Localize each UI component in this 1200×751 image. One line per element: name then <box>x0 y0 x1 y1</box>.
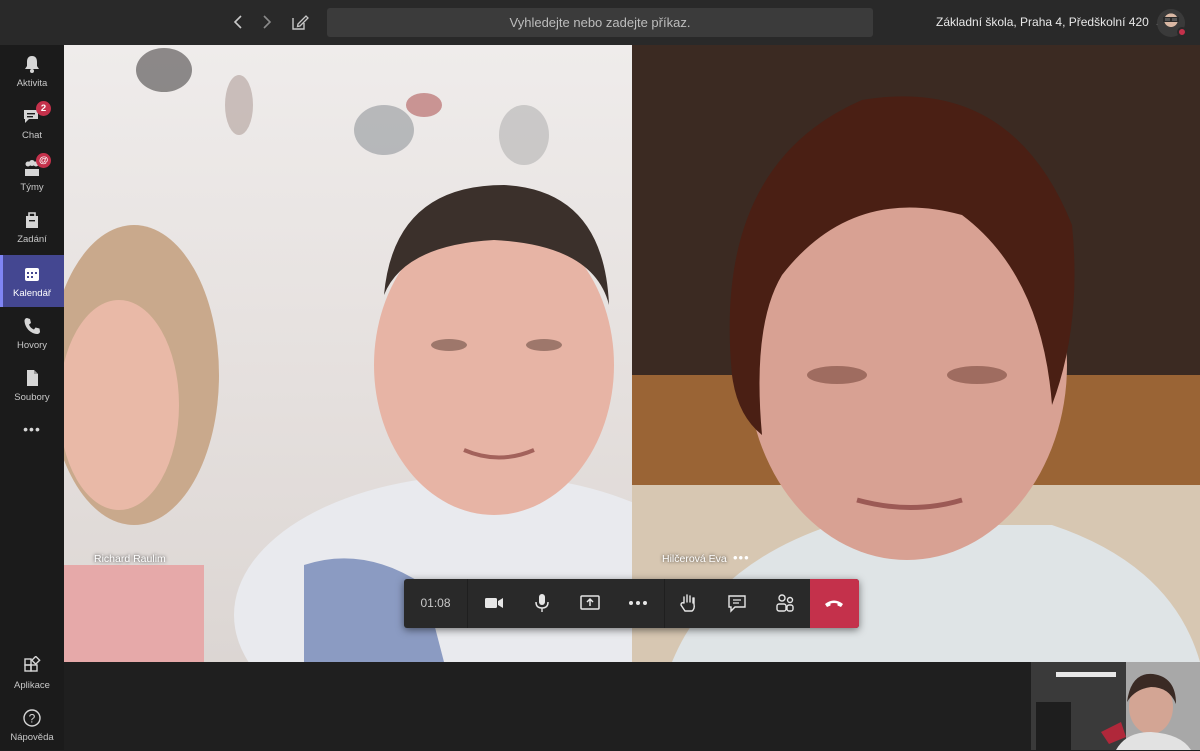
calendar-icon <box>25 268 39 281</box>
rail-item-chat[interactable]: 2 Chat <box>0 97 64 149</box>
rail-item-label: Nápověda <box>10 732 54 743</box>
share-screen-button[interactable] <box>566 579 614 628</box>
rail-item-label: Aktivita <box>16 78 48 89</box>
chat-unread-badge: 2 <box>36 101 51 116</box>
bottom-strip <box>64 662 1200 750</box>
participant-video-feed <box>632 45 1200 662</box>
help-icon: ? <box>23 709 41 727</box>
participant-more-options-icon[interactable]: ••• <box>733 550 750 565</box>
participants-icon <box>776 594 794 612</box>
files-icon <box>27 370 38 386</box>
rail-item-calendar[interactable]: Kalendář <box>0 255 64 307</box>
hang-up-button[interactable] <box>810 579 859 628</box>
apps-icon <box>24 656 41 672</box>
more-actions-button[interactable] <box>614 579 662 628</box>
call-controls-bar: 01:08 <box>404 579 859 628</box>
camera-icon <box>485 598 503 608</box>
more-actions-icon <box>629 601 647 605</box>
app-rail: Aktivita 2 Chat @ Týmy Zadání Kalendář H… <box>0 45 64 750</box>
share-screen-icon <box>580 595 600 610</box>
bell-icon <box>25 56 39 73</box>
participant-video-feed <box>64 48 632 662</box>
teams-mention-badge: @ <box>36 153 52 168</box>
presence-status-icon <box>1177 27 1187 37</box>
raise-hand-icon <box>680 594 695 612</box>
search-input[interactable]: Vyhledejte nebo zadejte příkaz. <box>327 8 873 37</box>
compose-icon <box>292 15 309 30</box>
title-bar: Vyhledejte nebo zadejte příkaz. Základní… <box>0 0 1200 45</box>
rail-item-label: Hovory <box>16 340 48 351</box>
show-participants-button[interactable] <box>761 579 809 628</box>
rail-item-apps[interactable]: Aplikace <box>0 647 64 699</box>
rail-item-calls[interactable]: Hovory <box>0 307 64 359</box>
forward-button[interactable] <box>255 11 277 33</box>
participant-video-tile[interactable]: Hilčerová Eva ••• <box>632 45 1200 662</box>
show-conversation-button[interactable] <box>713 579 761 628</box>
rail-more-apps-button[interactable]: ••• <box>0 415 64 455</box>
conversation-icon <box>728 595 746 613</box>
rail-item-label: Soubory <box>14 392 50 403</box>
rail-item-assignments[interactable]: Zadání <box>0 201 64 253</box>
video-stage: Richard Raulim Hilčerová Eva ••• <box>64 45 1200 662</box>
org-name: Základní škola, Praha 4, Předškolní 420 <box>936 15 1149 29</box>
participant-video-tile[interactable]: Richard Raulim <box>64 45 632 662</box>
microphone-icon <box>535 594 549 612</box>
rail-item-label: Chat <box>21 130 43 141</box>
org-switcher[interactable]: Základní škola, Praha 4, Předškolní 420⌄ <box>936 0 1162 45</box>
participant-name-label: Hilčerová Eva <box>662 553 727 565</box>
hang-up-icon <box>825 600 843 607</box>
rail-item-teams[interactable]: @ Týmy <box>0 149 64 201</box>
back-button[interactable] <box>228 11 250 33</box>
chevron-left-icon <box>233 15 242 29</box>
rail-item-label: Týmy <box>20 182 44 193</box>
microphone-toggle-button[interactable] <box>518 579 566 628</box>
phone-icon <box>24 318 40 334</box>
self-video-feed <box>1031 662 1200 750</box>
raise-hand-button[interactable] <box>664 579 712 628</box>
call-duration: 01:08 <box>404 579 468 628</box>
new-chat-button[interactable] <box>289 11 311 33</box>
participant-name-label: Richard Raulim <box>94 553 166 565</box>
self-video-preview[interactable] <box>1031 662 1200 750</box>
rail-item-label: Kalendář <box>12 288 52 299</box>
rail-item-label: Aplikace <box>14 680 50 691</box>
rail-item-activity[interactable]: Aktivita <box>0 45 64 97</box>
rail-item-label: Zadání <box>17 234 47 245</box>
assignments-icon <box>26 212 38 228</box>
rail-item-files[interactable]: Soubory <box>0 359 64 411</box>
rail-item-help[interactable]: ? Nápověda <box>0 699 64 751</box>
more-icon: ••• <box>23 421 41 437</box>
camera-toggle-button[interactable] <box>470 579 518 628</box>
chevron-right-icon <box>263 15 272 29</box>
svg-text:?: ? <box>29 712 36 726</box>
